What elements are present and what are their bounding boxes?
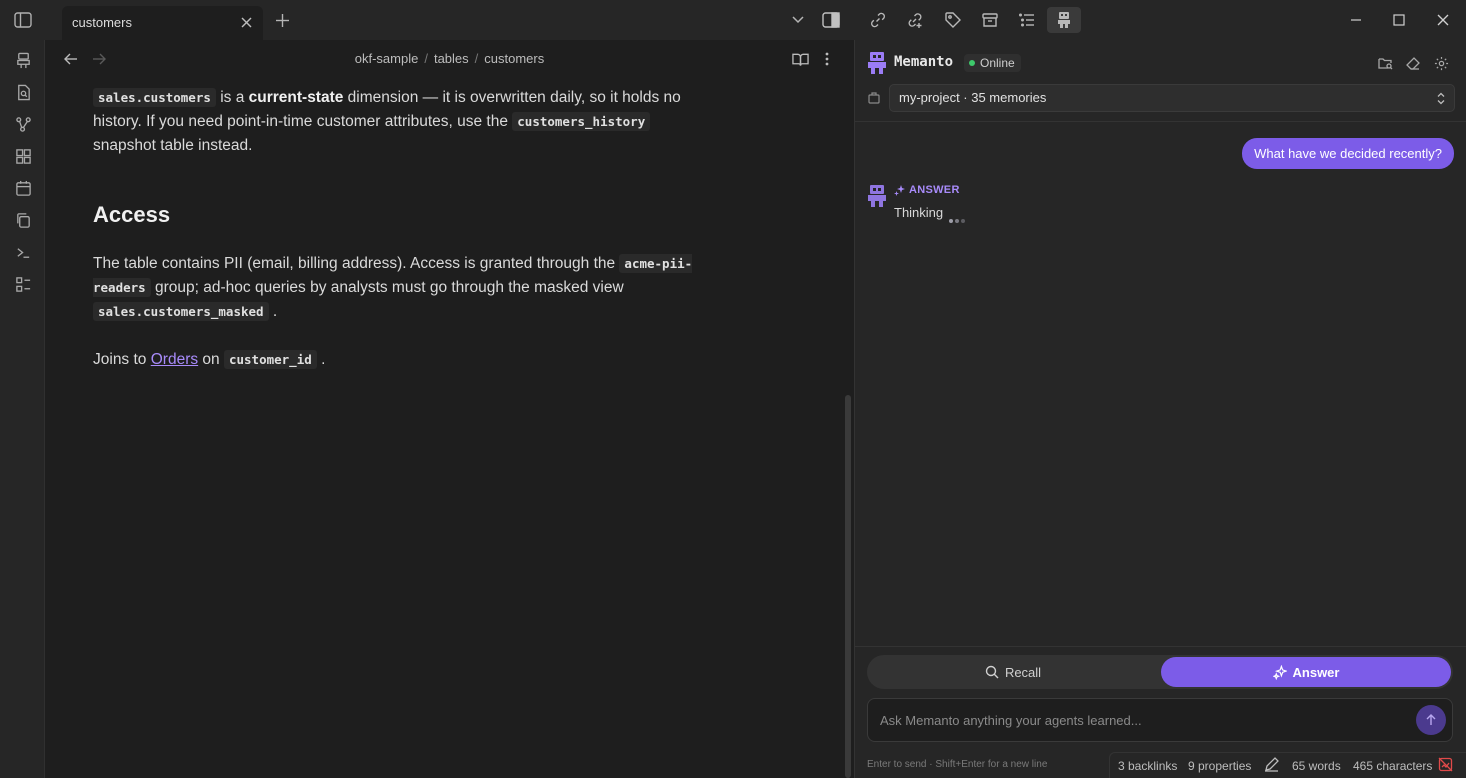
- left-ribbon: [0, 40, 45, 778]
- recall-button[interactable]: Recall: [867, 655, 1159, 689]
- memanto-robot-icon[interactable]: [13, 50, 33, 70]
- inline-code: sales.customers_masked: [93, 302, 269, 321]
- close-icon[interactable]: [237, 13, 255, 31]
- list-checks-icon[interactable]: [13, 274, 33, 294]
- status-bar: 3 backlinks 9 properties 65 words 465 ch…: [1109, 752, 1466, 778]
- paragraph: The table contains PII (email, billing a…: [93, 254, 693, 321]
- inline-code: customers_history: [512, 112, 651, 131]
- project-select-value: my-project · 35 memories: [899, 90, 1047, 105]
- project-select[interactable]: my-project · 35 memories: [889, 84, 1455, 112]
- ask-input-box: [867, 698, 1453, 742]
- calendar-icon[interactable]: [13, 178, 33, 198]
- heading-access: Access: [93, 202, 171, 227]
- status-badge: Online: [964, 54, 1021, 72]
- chevron-down-icon[interactable]: [789, 11, 807, 29]
- answer-label: ANSWER: [909, 184, 960, 196]
- project-icon: [867, 91, 881, 105]
- divider: [855, 646, 1466, 647]
- ask-input[interactable]: [868, 699, 1408, 741]
- answer-text: Thinking: [894, 205, 944, 220]
- memanto-logo-icon: [867, 52, 887, 74]
- arrow-up-icon: [1426, 714, 1436, 725]
- link-icon[interactable]: [867, 9, 889, 31]
- breadcrumb-item[interactable]: okf-sample: [355, 51, 419, 66]
- properties-count[interactable]: 9 properties: [1188, 759, 1251, 773]
- search-icon: [985, 665, 999, 679]
- memanto-avatar-icon: [867, 185, 887, 207]
- eraser-icon[interactable]: [1405, 55, 1421, 71]
- file-search-icon[interactable]: [13, 82, 33, 102]
- sparkles-icon: [1272, 665, 1287, 680]
- terminal-icon[interactable]: [13, 242, 33, 262]
- breadcrumb: okf-sample / tables / customers: [354, 51, 545, 66]
- bold-text: current-state: [248, 89, 344, 106]
- sidebar-toggle-icon[interactable]: [12, 10, 34, 30]
- memanto-robot-icon[interactable]: [1047, 7, 1081, 33]
- outgoing-links-icon[interactable]: [904, 9, 926, 31]
- outline-icon[interactable]: [1016, 9, 1038, 31]
- sync-off-icon[interactable]: [1438, 757, 1454, 773]
- tag-icon[interactable]: [942, 9, 964, 31]
- answer-button[interactable]: Answer: [1161, 657, 1451, 687]
- more-options-icon[interactable]: [819, 50, 835, 68]
- title-bar: customers: [0, 0, 1466, 40]
- graph-icon[interactable]: [13, 114, 33, 134]
- copy-icon[interactable]: [13, 210, 33, 230]
- dashboard-icon[interactable]: [13, 146, 33, 166]
- close-window-icon[interactable]: [1433, 10, 1453, 30]
- status-dot-icon: [969, 60, 975, 66]
- folder-search-icon[interactable]: [1377, 55, 1393, 71]
- breadcrumb-item[interactable]: tables: [434, 51, 469, 66]
- archive-icon[interactable]: [979, 9, 1001, 31]
- internal-link-orders[interactable]: Orders: [151, 351, 198, 368]
- divider: [855, 121, 1466, 122]
- editor-pane: okf-sample / tables / customers sales.custom…: [45, 40, 854, 778]
- typing-indicator: [949, 210, 967, 228]
- inline-code: customer_id: [223, 350, 317, 369]
- chevron-up-down-icon: [1436, 91, 1446, 105]
- gear-icon[interactable]: [1433, 55, 1449, 71]
- tab-customers[interactable]: customers: [62, 6, 263, 40]
- inline-code: sales.customers: [93, 88, 216, 107]
- sparkles-icon: [894, 184, 906, 196]
- new-tab-icon[interactable]: [272, 10, 292, 30]
- scrollbar[interactable]: [845, 395, 851, 778]
- maximize-icon[interactable]: [1389, 10, 1409, 30]
- input-hint: Enter to send · Shift+Enter for a new li…: [867, 759, 1048, 770]
- backlinks-count[interactable]: 3 backlinks: [1118, 759, 1177, 773]
- memanto-panel: Memanto Online my-project · 35 memories …: [854, 40, 1466, 778]
- tab-title: customers: [72, 15, 132, 30]
- panel-title: Memanto: [894, 54, 954, 70]
- user-message-bubble: What have we decided recently?: [1242, 138, 1454, 169]
- book-open-icon[interactable]: [790, 50, 810, 68]
- minimize-icon[interactable]: [1346, 10, 1366, 30]
- send-button[interactable]: [1416, 705, 1446, 735]
- pencil-icon[interactable]: [1264, 757, 1280, 773]
- word-count: 65 words: [1292, 759, 1341, 773]
- paragraph: Joins to Orders on customer_id .: [93, 350, 326, 369]
- breadcrumb-item[interactable]: customers: [484, 51, 544, 66]
- right-sidebar-toggle-icon[interactable]: [820, 10, 842, 30]
- character-count: 465 characters: [1353, 759, 1433, 773]
- mode-toggle: Recall Answer: [867, 655, 1453, 689]
- paragraph: sales.customers is a current-state dimen…: [93, 88, 681, 154]
